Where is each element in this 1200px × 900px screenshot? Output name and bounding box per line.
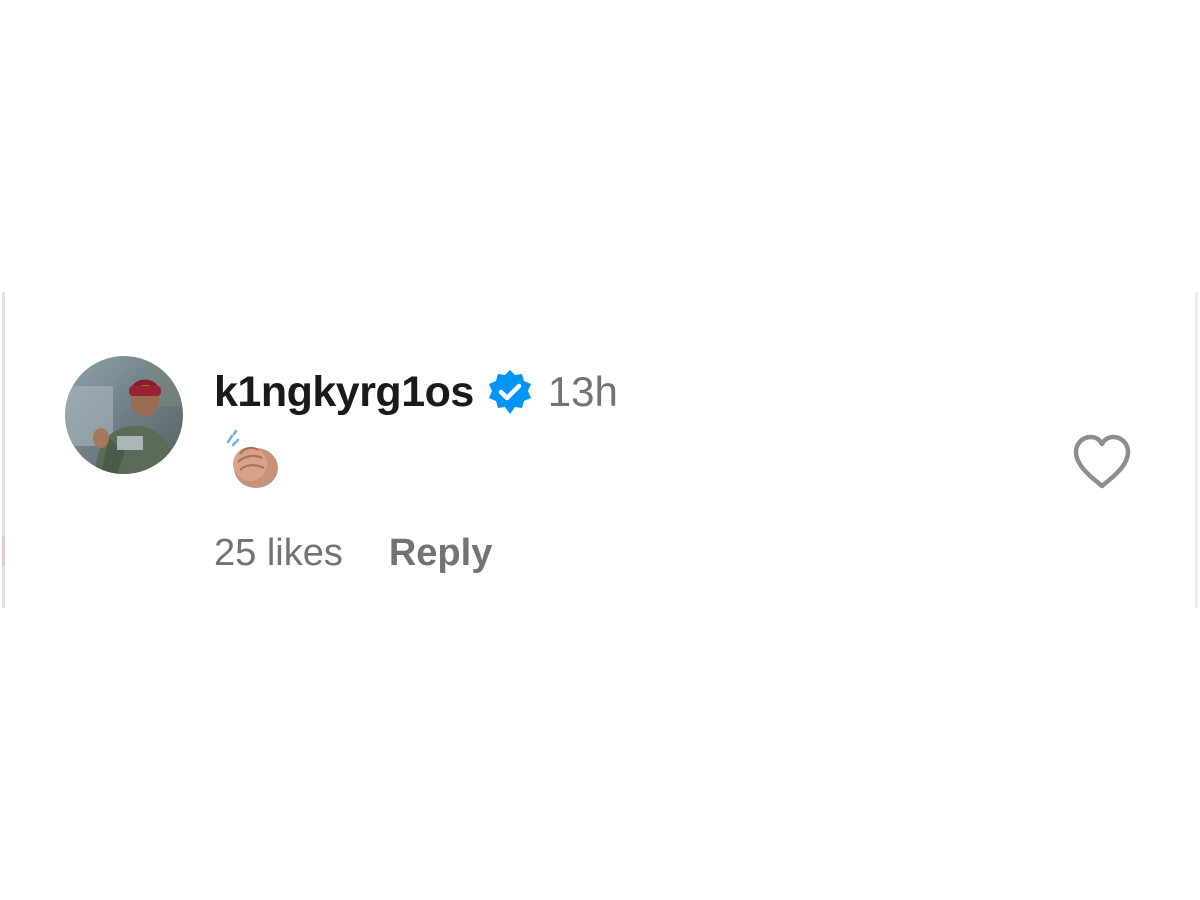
reply-button[interactable]: Reply (389, 532, 492, 575)
verified-badge-icon (486, 368, 534, 416)
clapping-hands-emoji-icon (226, 429, 278, 488)
page: k1ngkyrg1os 13h 25 likes Reply (0, 0, 1200, 900)
right-divider (1195, 292, 1198, 608)
comment-text (222, 429, 286, 490)
comment-item: k1ngkyrg1os 13h 25 likes Reply (0, 292, 1200, 608)
avatar-photo (65, 356, 183, 474)
comment-actions: 25 likes Reply (214, 528, 492, 578)
likes-count-button[interactable]: 25 likes (214, 532, 343, 575)
comment-header: k1ngkyrg1os 13h (214, 364, 618, 420)
heart-outline-icon (1073, 434, 1131, 489)
left-divider-mark (2, 536, 5, 566)
username-link[interactable]: k1ngkyrg1os (214, 368, 474, 417)
comment-timestamp[interactable]: 13h (548, 368, 618, 416)
avatar[interactable] (65, 356, 183, 474)
like-button[interactable] (1070, 432, 1134, 492)
